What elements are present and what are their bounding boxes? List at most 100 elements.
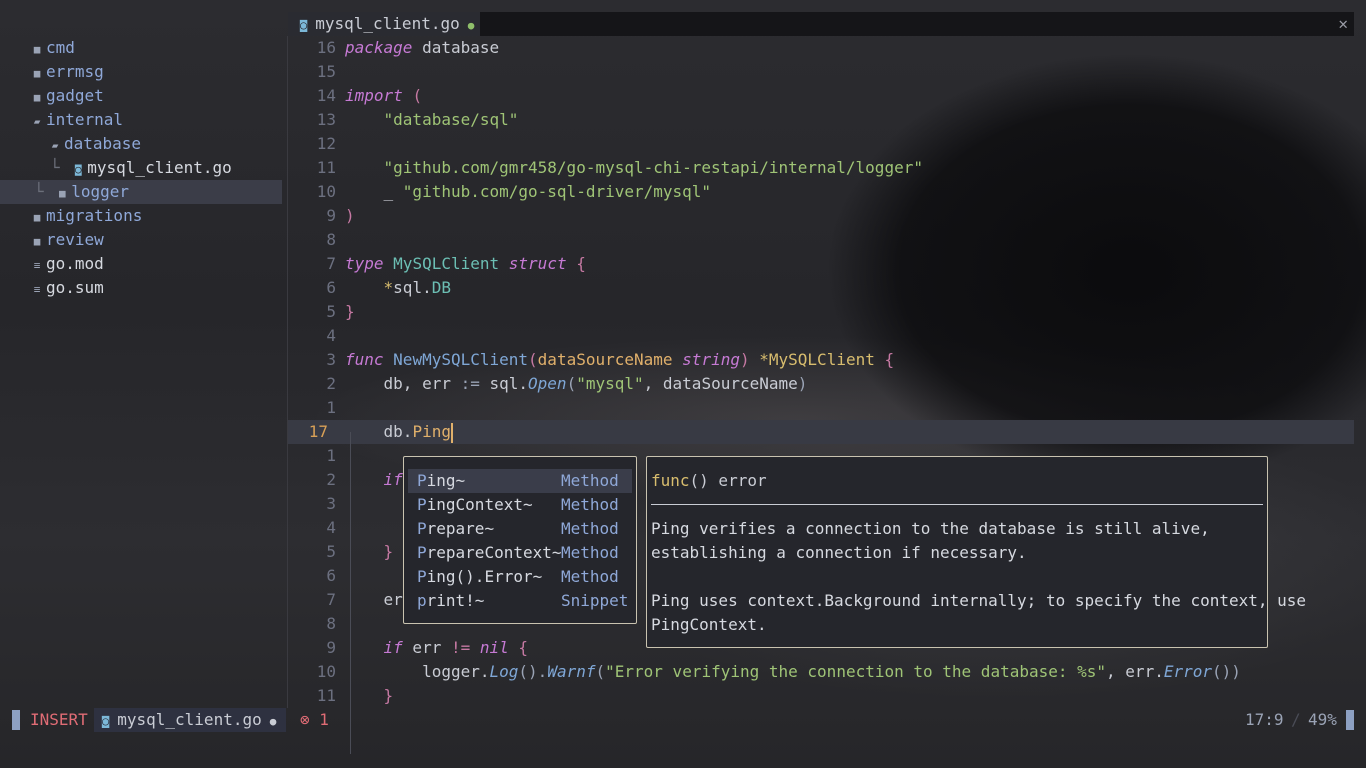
code-token: MySQLClient — [768, 350, 875, 369]
code-token: DB — [431, 278, 451, 297]
code-token: func — [345, 350, 384, 369]
code-line[interactable]: 8 — [288, 228, 1354, 252]
status-bar: INSERT ◙ mysql_client.go ● ⊗ 1 17:9 / 49% — [0, 708, 1366, 732]
code-line[interactable]: 15 — [288, 60, 1354, 84]
diagnostics-error-count[interactable]: ⊗ 1 — [300, 708, 329, 732]
code-token: ) — [739, 350, 750, 369]
code-token: "database/sql" — [383, 110, 519, 129]
completion-menu[interactable]: Ping~ Method PingContext~ Method Prepare~ Met… — [403, 456, 637, 624]
line-number: 2 — [326, 374, 336, 393]
completion-item[interactable]: Ping~ Method — [408, 469, 632, 493]
sidebar-item-go-sum[interactable]: ≡ go.sum — [0, 276, 282, 300]
code-line[interactable]: 10 _ "github.com/go-sql-driver/mysql" — [288, 180, 1354, 204]
sidebar-item-label: logger — [71, 182, 130, 201]
line-number: 8 — [326, 614, 336, 633]
completion-label: PingContext~ — [417, 493, 533, 517]
completion-match: P — [417, 567, 427, 586]
sidebar-item-gadget[interactable]: ■ gadget — [0, 84, 282, 108]
code-line[interactable]: 12 — [288, 132, 1354, 156]
completion-item[interactable]: PrepareContext~ Method — [408, 541, 632, 565]
sidebar-item-go-mod[interactable]: ≡ go.mod — [0, 252, 282, 276]
tab-label: mysql_client.go — [315, 14, 460, 33]
code-token: } — [383, 542, 394, 561]
completion-label: print!~ — [417, 589, 484, 613]
line-number: 6 — [326, 278, 336, 297]
line-number: 5 — [326, 542, 336, 561]
sidebar-item-logger[interactable]: └ ■ logger — [0, 180, 282, 204]
code-token: } — [383, 686, 394, 705]
indent-guide — [350, 608, 351, 754]
line-number: 9 — [326, 206, 336, 225]
code-line[interactable]: 11 } — [288, 684, 1354, 708]
tab-mysql-client-go[interactable]: ◙ mysql_client.go ● — [288, 12, 480, 36]
current-code-line[interactable]: 17 db.Ping — [288, 420, 1354, 444]
code-token: ) — [345, 206, 355, 225]
code-text: package database — [345, 36, 499, 60]
sidebar-item-migrations[interactable]: ■ migrations — [0, 204, 282, 228]
code-line[interactable]: 2 db, err := sql.Open("mysql", dataSourc… — [288, 372, 1354, 396]
completion-match: P — [417, 519, 427, 538]
sidebar-item-database[interactable]: ▰ database — [0, 132, 282, 156]
modified-dot-icon: ● — [269, 715, 277, 728]
code-token: := — [460, 374, 480, 393]
sidebar-item-review[interactable]: ■ review — [0, 228, 282, 252]
code-text: logger.Log().Warnf("Error verifying the … — [345, 660, 1241, 684]
statusbar-right-edge — [1346, 710, 1354, 730]
code-line[interactable]: 6 *sql.DB — [288, 276, 1354, 300]
code-token: "github.com/go-sql-driver/mysql" — [402, 182, 712, 201]
line-number: 10 — [316, 182, 336, 201]
code-line[interactable]: 9) — [288, 204, 1354, 228]
sidebar-item-errmsg[interactable]: ■ errmsg — [0, 60, 282, 84]
code-line[interactable]: 7 type MySQLClient struct { — [288, 252, 1354, 276]
code-token: ( — [528, 350, 538, 369]
doc-text-line: Ping verifies a connection to the databa… — [651, 519, 1210, 538]
line-number: 5 — [326, 302, 336, 321]
completion-item[interactable]: print!~ Snippet — [408, 589, 632, 613]
sidebar-item-label: mysql_client.go — [87, 158, 232, 177]
code-line[interactable]: 4 — [288, 324, 1354, 348]
line-number: 2 — [326, 470, 336, 489]
completion-item[interactable]: PingContext~ Method — [408, 493, 632, 517]
completion-match: P — [417, 543, 427, 562]
code-line[interactable]: 16 package database — [288, 36, 1354, 60]
completion-match: p — [417, 591, 427, 610]
completion-kind: Method — [561, 495, 619, 514]
completion-rest: repareContext~ — [426, 543, 562, 562]
code-text: *sql.DB — [345, 276, 451, 300]
code-line[interactable]: 1 — [288, 396, 1354, 420]
folder-open-icon: ▰ — [33, 115, 41, 128]
close-icon[interactable]: ✕ — [1338, 12, 1348, 36]
code-line[interactable]: 10 logger.Log().Warnf("Error verifying t… — [288, 660, 1354, 684]
completion-item[interactable]: Ping().Error~ Method — [408, 565, 632, 589]
line-number: 9 — [326, 638, 336, 657]
completion-rest: ing().Error~ — [426, 567, 543, 586]
code-token: MySQLClient — [393, 254, 500, 273]
code-line[interactable]: 3 func NewMySQLClient(dataSourceName stri… — [288, 348, 1354, 372]
code-token: { — [518, 638, 529, 657]
code-token: * — [759, 350, 769, 369]
code-line[interactable]: 13 "database/sql" — [288, 108, 1354, 132]
completion-match: P — [417, 495, 427, 514]
line-number: 4 — [326, 518, 336, 537]
completion-rest: ingContext~ — [426, 495, 533, 514]
line-number: 15 — [316, 62, 336, 81]
go-file-icon: ◙ — [102, 714, 110, 728]
sidebar-item-cmd[interactable]: ■ cmd — [0, 36, 282, 60]
sidebar-item-internal[interactable]: ▰ internal — [0, 108, 282, 132]
tab-bar: ◙ mysql_client.go ● ✕ — [288, 12, 1354, 36]
doc-text-line: PingContext. — [651, 615, 767, 634]
sidebar-item-label: go.mod — [46, 254, 104, 273]
statusbar-separator: / — [1291, 710, 1301, 729]
completion-item[interactable]: Prepare~ Method — [408, 517, 632, 541]
code-line[interactable]: 5} — [288, 300, 1354, 324]
code-line[interactable]: 14 import ( — [288, 84, 1354, 108]
sidebar-item-mysql-client-go[interactable]: └ ◙ mysql_client.go — [0, 156, 282, 180]
folder-icon: ■ — [33, 43, 41, 56]
code-line[interactable]: 11 "github.com/gmr458/go-mysql-chi-resta… — [288, 156, 1354, 180]
code-text: er — [345, 588, 403, 612]
